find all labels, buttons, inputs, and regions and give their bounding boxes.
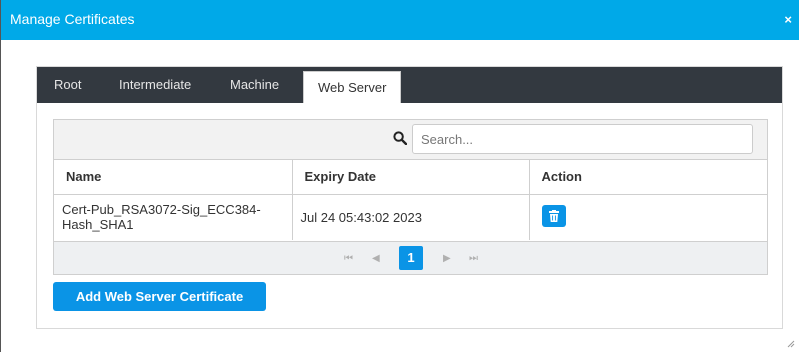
last-page-icon[interactable]: ⏭ [469,253,478,264]
certificate-expiry: Jul 24 05:43:02 2023 [292,194,530,240]
certificates-grid: Name Expiry Date Action Cert-Pub_RSA3072… [53,119,768,275]
close-icon[interactable]: × [784,12,792,28]
delete-certificate-button[interactable] [541,204,566,227]
first-page-icon[interactable]: ⏮ [344,253,353,264]
resize-grip-icon[interactable] [787,340,795,348]
current-page-button[interactable]: 1 [399,246,423,270]
grid-toolbar [54,120,767,160]
certificate-tabs: Root Intermediate Machine Web Server [37,67,782,103]
prev-page-icon[interactable]: ◀ [372,253,380,264]
column-header-action: Action [529,160,767,195]
column-header-name[interactable]: Name [54,160,293,195]
table-row: Cert-Pub_RSA3072-Sig_ECC384-Hash_SHA1 Ju… [54,194,767,240]
search-input[interactable] [412,124,753,154]
trash-icon [548,209,559,222]
tab-web-server[interactable]: Web Server [303,71,402,103]
manage-certificates-dialog: Manage Certificates × Root Intermediate … [0,0,799,352]
certificate-name: Cert-Pub_RSA3072-Sig_ECC384-Hash_SHA1 [54,194,293,240]
tab-machine[interactable]: Machine [230,77,279,92]
dialog-title: Manage Certificates [10,11,135,27]
certificates-table: Name Expiry Date Action Cert-Pub_RSA3072… [54,160,767,240]
tab-intermediate[interactable]: Intermediate [119,77,191,92]
add-web-server-certificate-button[interactable]: Add Web Server Certificate [53,282,266,311]
certificates-panel: Root Intermediate Machine Web Server Nam [36,66,783,329]
table-header-row: Name Expiry Date Action [54,160,767,195]
next-page-icon[interactable]: ▶ [443,253,451,264]
search-icon [393,131,407,145]
pagination: ⏮ ◀ 1 ▶ ⏭ [54,241,767,274]
tab-root[interactable]: Root [54,77,81,92]
column-header-expiry-date[interactable]: Expiry Date [292,160,530,195]
certificate-action [529,194,767,240]
dialog-titlebar: Manage Certificates × [1,0,799,40]
